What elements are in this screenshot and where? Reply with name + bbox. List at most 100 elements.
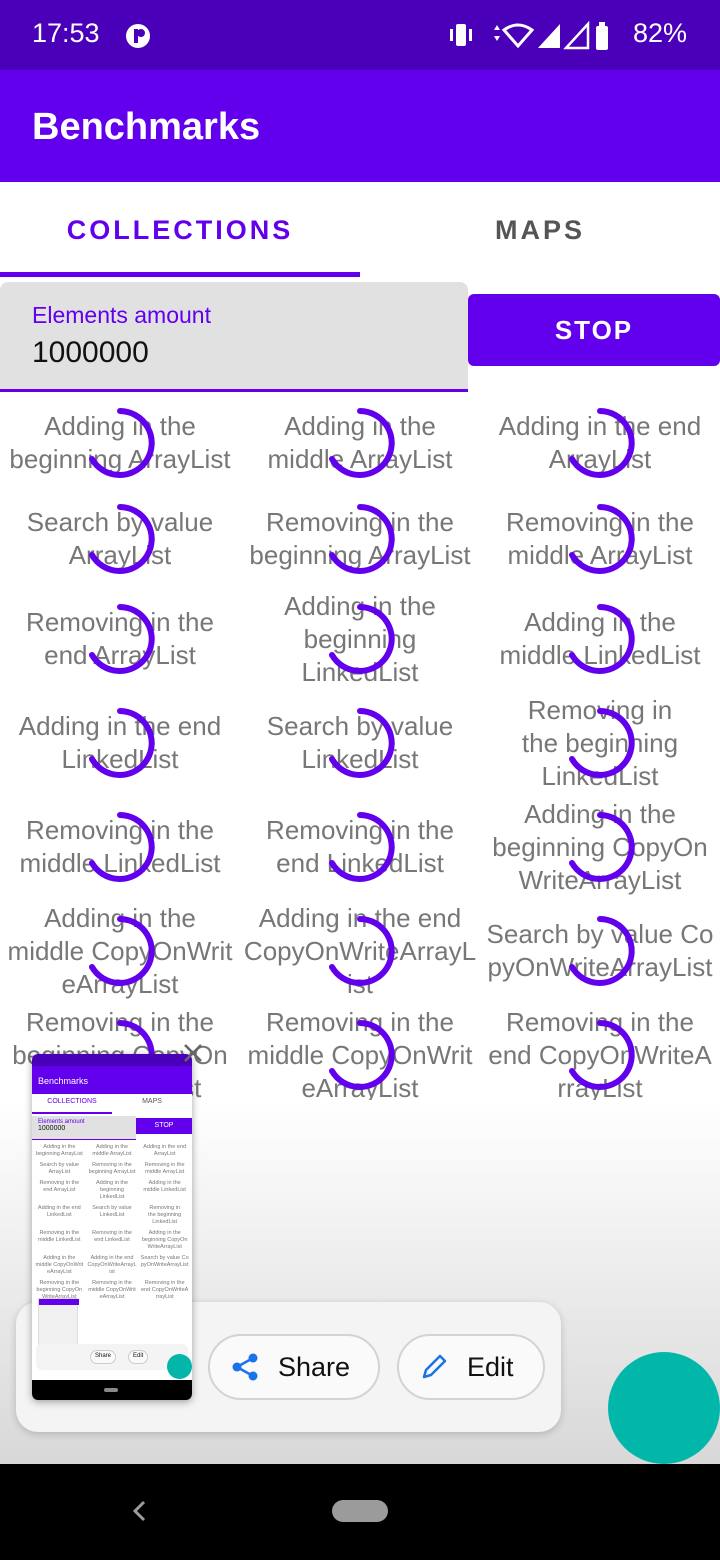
progress-spinner-icon xyxy=(89,916,155,986)
home-pill[interactable] xyxy=(332,1500,388,1522)
thumbnail-benchmark-line: middle ArrayList xyxy=(92,1151,132,1157)
progress-spinner-icon xyxy=(329,708,395,778)
progress-spinner-icon xyxy=(329,812,395,882)
thumbnail-benchmark-item: Removing in the end LinkedList xyxy=(86,1230,139,1251)
edit-label: Edit xyxy=(467,1351,514,1382)
thumbnail-benchmark-line: Adding in the xyxy=(148,1230,181,1236)
thumbnail-benchmark-line: Removing in the xyxy=(92,1230,132,1236)
progress-spinner-icon xyxy=(329,408,395,478)
thumbnail-benchmark-line: Removing in the xyxy=(92,1280,132,1286)
thumbnail-benchmark-line: Adding in the xyxy=(43,1255,76,1261)
thumbnail-benchmark-line: end LinkedList xyxy=(94,1237,130,1243)
progress-spinner-icon xyxy=(569,916,635,986)
thumbnail-benchmark-line: middle LinkedList xyxy=(38,1237,81,1243)
thumbnail-benchmark-line: the beginning xyxy=(148,1212,182,1218)
thumbnail-tab-collections: COLLECTIONS xyxy=(47,1098,97,1105)
thumbnail-benchmark-item: Adding in the middle LinkedList xyxy=(138,1180,191,1201)
thumbnail-benchmark-line: CopyOnWriteArrayL xyxy=(87,1262,137,1268)
thumbnail-benchmark-line: Removing in the xyxy=(144,1162,185,1168)
thumbnail-benchmark-item: Adding in the end LinkedList xyxy=(33,1205,86,1226)
progress-spinner-icon xyxy=(569,708,635,778)
progress-spinner-icon xyxy=(569,504,635,574)
stop-button[interactable]: STOP xyxy=(468,294,720,366)
app-bar: Benchmarks xyxy=(0,70,720,182)
progress-spinner-icon xyxy=(329,504,395,574)
thumbnail-benchmark-line: LinkedList xyxy=(152,1219,178,1225)
tab-collections[interactable]: COLLECTIONS xyxy=(0,182,360,278)
thumbnail-benchmark-item: Adding in the end ArrayList xyxy=(138,1144,191,1158)
thumbnail-benchmark-line: Search by value xyxy=(92,1205,132,1211)
thumbnail-nested-app-bar xyxy=(39,1299,79,1305)
thumbnail-benchmark-item: Removing in the middle ArrayList xyxy=(138,1162,191,1176)
app-screen: 17:53 82% Benchmarks COLLECTIONS MAPS El… xyxy=(0,0,720,1560)
thumbnail-benchmark-line: Adding in the xyxy=(95,1180,129,1186)
wifi-icon xyxy=(494,23,535,49)
progress-spinner-icon xyxy=(329,916,395,986)
thumbnail-benchmark-item: Adding in the middle ArrayList xyxy=(86,1144,139,1158)
thumbnail-benchmark-line: eArrayList xyxy=(46,1269,72,1275)
thumbnail-benchmark-line: Adding in the end xyxy=(37,1205,81,1211)
thumbnail-benchmark-line: Removing in the xyxy=(39,1180,80,1186)
edit-button[interactable]: Edit xyxy=(397,1334,545,1400)
thumbnail-benchmark-line: WriteArrayList xyxy=(147,1244,182,1250)
thumbnail-benchmark-line: Removing in the xyxy=(92,1162,132,1168)
thumbnail-benchmark-item: Removing in the middle LinkedList xyxy=(33,1230,86,1251)
thumbnail-benchmark-item: Adding in the beginning CopyOn WriteArrayL… xyxy=(138,1230,191,1251)
screenshot-thumbnail[interactable]: Benchmarks COLLECTIONS MAPS Elements amo… xyxy=(32,1054,192,1400)
thumbnail-benchmark-item: Search by value Co pyOnWriteArrayList xyxy=(138,1255,191,1276)
thumbnail-benchmark-item: Adding in the end CopyOnWriteArrayL ist xyxy=(86,1255,139,1276)
elements-amount-input[interactable]: 1000000 xyxy=(32,336,149,370)
thumbnail-benchmark-line: Search by value xyxy=(39,1162,80,1168)
status-icons xyxy=(450,20,608,50)
thumbnail-benchmark-line: Removing in the xyxy=(144,1280,185,1286)
thumbnail-benchmark-line: pyOnWriteArrayList xyxy=(140,1262,189,1268)
thumbnail-benchmark-line: Removing in the xyxy=(39,1230,80,1236)
thumbnail-benchmark-line: LinkedList xyxy=(99,1212,125,1218)
thumbnail-benchmark-line: Removing in xyxy=(149,1205,180,1211)
share-button[interactable]: Share xyxy=(208,1334,380,1400)
progress-spinner-icon xyxy=(569,408,635,478)
thumbnail-edit-button: Edit xyxy=(128,1350,149,1364)
progress-spinner-icon xyxy=(89,604,155,674)
thumbnail-benchmark-line: Search by value Co xyxy=(140,1255,189,1261)
close-icon[interactable] xyxy=(180,1040,206,1066)
tab-maps[interactable]: MAPS xyxy=(360,182,720,278)
thumbnail-status-bar xyxy=(32,1054,192,1066)
thumbnail-benchmark-item: Removing in the end CopyOnWriteA rrayList xyxy=(138,1280,191,1301)
thumbnail-elements-field: Elements amount 1000000 xyxy=(32,1116,136,1140)
elements-amount-label: Elements amount xyxy=(32,302,211,328)
progress-spinner-icon xyxy=(329,1020,395,1090)
thumbnail-benchmark-item: Adding in the beginning LinkedList xyxy=(86,1180,139,1201)
thumbnail-benchmark-line: middle CopyOnWrit xyxy=(35,1262,84,1268)
thumbnail-benchmark-line: beginning CopyOn xyxy=(36,1287,83,1293)
thumbnail-tab-maps: MAPS xyxy=(142,1098,162,1105)
tab-indicator xyxy=(0,272,360,277)
back-icon[interactable] xyxy=(126,1496,152,1526)
battery-percent: 82% xyxy=(633,18,688,48)
thumbnail-benchmark-line: eArrayList xyxy=(99,1294,125,1300)
thumbnail-benchmark-line: Adding in the xyxy=(148,1180,181,1186)
thumbnail-home-pill xyxy=(104,1388,118,1392)
status-time: 17:53 xyxy=(32,18,100,48)
progress-spinner-icon xyxy=(329,604,395,674)
thumbnail-benchmark-item: Removing in the end ArrayList xyxy=(33,1180,86,1201)
progress-spinner-icon xyxy=(89,708,155,778)
thumbnail-benchmark-line: beginning CopyOn xyxy=(141,1237,188,1243)
progress-spinner-icon xyxy=(89,812,155,882)
share-icon xyxy=(232,1353,258,1381)
share-label: Share xyxy=(278,1351,351,1382)
thumbnail-benchmark-line: rrayList xyxy=(155,1294,174,1300)
thumbnail-benchmark-line: middle ArrayList xyxy=(145,1169,185,1175)
thumbnail-benchmark-line: ist xyxy=(109,1269,115,1275)
thumbnail-benchmark-item: Removing in the beginning ArrayList xyxy=(86,1162,139,1176)
thumbnail-benchmark-line: LinkedList xyxy=(46,1212,72,1218)
floating-action-button[interactable] xyxy=(608,1352,720,1464)
thumbnail-benchmark-line: Adding in the xyxy=(43,1144,76,1150)
thumbnail-benchmark-item: Adding in the middle CopyOnWrit eArrayList xyxy=(33,1255,86,1276)
elements-amount-field[interactable]: Elements amount 1000000 xyxy=(0,282,468,392)
battery-icon xyxy=(596,22,608,50)
thumbnail-benchmark-line: ArrayList xyxy=(153,1151,176,1157)
thumbnail-stop-button: STOP xyxy=(136,1118,192,1134)
progress-spinner-icon xyxy=(569,1020,635,1090)
thumbnail-share-button: Share xyxy=(90,1350,117,1364)
